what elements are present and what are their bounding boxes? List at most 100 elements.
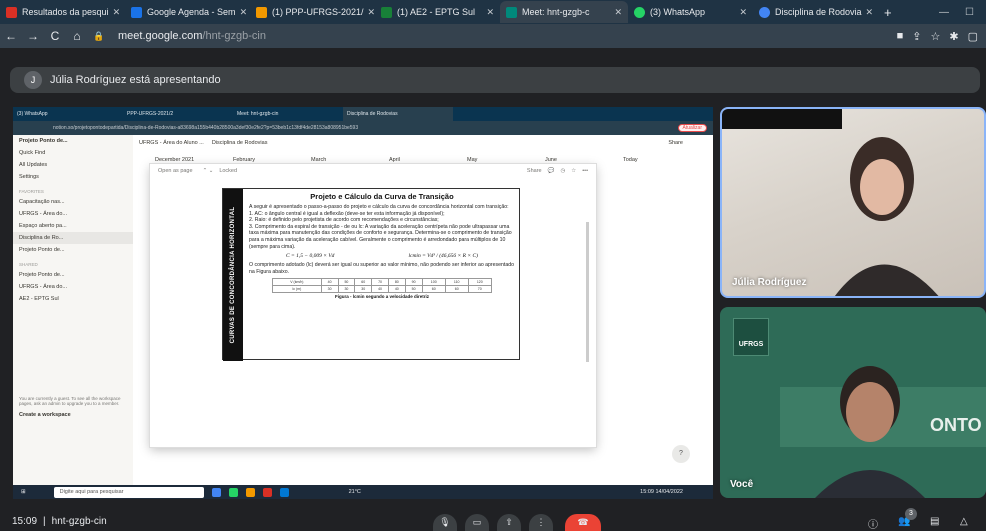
shared-tab: PPP-UFRGS-2021/2 [127, 111, 174, 117]
browser-tab[interactable]: Resultados da pesqui ✕ [0, 1, 125, 23]
share-icon[interactable]: ⇪ [912, 30, 921, 43]
browser-tab[interactable]: Disciplina de Rodovia ✕ [753, 1, 878, 23]
shared-tab-bar: (3) WhatsApp PPP-UFRGS-2021/2 Meet: hnt-… [13, 107, 713, 121]
shared-tab: (3) WhatsApp [17, 111, 48, 117]
create-workspace: Create a workspace [19, 412, 71, 418]
meeting-code: hnt-gzgb-cin [51, 516, 107, 527]
modal-toolbar: Open as page ⌃ ⌄ Locked Share 💬 ◷ ☆ ••• [150, 164, 596, 178]
gmail-icon [6, 6, 17, 18]
document-paragraph: 3. Comprimento da espiral de transição -… [249, 223, 512, 250]
info-icon[interactable]: ⓘ [868, 516, 878, 531]
microphone-icon[interactable]: 🎙 [433, 514, 457, 531]
minimize-icon[interactable]: — [939, 7, 949, 18]
lock-icon: 🔒 [93, 30, 105, 41]
more-options-icon[interactable]: ⋮ [529, 514, 553, 531]
shared-tab: Meet: hnt-gzgb-cin [237, 111, 279, 117]
shared-url: notion.so/projetopontodepartida/Discipli… [53, 125, 359, 131]
end-call-button[interactable]: ☎ [565, 514, 601, 531]
weather: 21°C [348, 489, 361, 495]
participant-video [835, 137, 939, 296]
sidebar-item: UFRGS - Área do... [19, 284, 67, 290]
formula: C = 1,5 − 0,009 × Vd [286, 253, 335, 260]
windows-icon: ⊞ [21, 489, 26, 495]
participant-video: A ONTO [780, 366, 986, 498]
app-icon [262, 487, 272, 497]
sheets-icon [381, 6, 392, 18]
presenting-banner: J Júlia Rodríguez está apresentando [10, 67, 980, 93]
notion-modal: Open as page ⌃ ⌄ Locked Share 💬 ◷ ☆ ••• … [150, 164, 596, 447]
close-icon[interactable]: ✕ [482, 7, 494, 18]
lc-table: V (km/h) 40 50 60 70 80 90 100 110 120 lc (m) 30 30… [272, 278, 493, 294]
camera-icon[interactable]: ▭ [465, 514, 489, 531]
figure-caption: Figura - lcmin segundo a velocidade dire… [334, 294, 430, 300]
meeting-time: 15:09 [12, 516, 38, 527]
new-tab-button[interactable]: + [878, 1, 908, 23]
more-icon: ••• [582, 168, 588, 174]
separator: | [43, 516, 46, 527]
forward-icon[interactable]: → [22, 29, 44, 43]
browser-tab[interactable]: (1) PPP-UFRGS-2021/✕ [250, 1, 375, 23]
participant-tile[interactable]: UFRGS A ONTO Você [720, 307, 986, 498]
close-icon[interactable]: ✕ [364, 7, 375, 18]
comment-icon: 💬 [547, 168, 555, 174]
sidebar-item: Quick Find [19, 150, 46, 156]
close-icon[interactable]: ✕ [236, 7, 248, 18]
extensions-icon[interactable]: ✱ [949, 30, 958, 43]
windows-taskbar: ⊞ Digite aqui para pesquisar 21°C 15:09 … [13, 485, 713, 499]
back-icon[interactable]: ← [0, 29, 22, 43]
document-paragraph: O comprimento adotado (lc) deverá ser ig… [249, 262, 514, 275]
reload-icon[interactable]: C [44, 29, 66, 43]
section-label: SHARED [19, 262, 38, 267]
participant-name: Você [730, 479, 754, 490]
browser-tab[interactable]: (1) AE2 - EPTG Sul ✕ [375, 1, 500, 23]
chevron-icon: ⌃ ⌄ [202, 168, 214, 174]
close-icon[interactable]: ✕ [735, 7, 747, 18]
star-icon[interactable]: ☆ [931, 30, 941, 43]
update-button: Atualizar [677, 124, 707, 132]
formulas: C = 1,5 − 0,009 × Vd lcmin = Vd³ / (46,6… [249, 253, 515, 259]
app-icon [211, 487, 221, 497]
browser-tab[interactable]: Google Agenda - Sem ✕ [125, 1, 250, 23]
address-bar: ← → C ⌂ 🔒 meet.google.com/hnt-gzgb-cin ■… [0, 24, 986, 48]
document-paragraph: A seguir é apresentado o passo-a-passo d… [249, 204, 509, 210]
home-icon[interactable]: ⌂ [66, 29, 88, 43]
chat-icon[interactable]: ▤ [930, 516, 939, 527]
participant-tile[interactable]: Júlia Rodríguez [720, 107, 986, 298]
meet-control-bar: 15:09 | hnt-gzgb-cin [0, 512, 986, 531]
maximize-icon[interactable]: ☐ [965, 7, 974, 18]
participant-name: Júlia Rodríguez [732, 277, 807, 288]
present-icon[interactable]: ⇧ [497, 514, 521, 531]
close-icon[interactable]: ✕ [862, 7, 874, 18]
open-as-page: Open as page [158, 168, 193, 174]
browser-tab-active[interactable]: Meet: hnt-gzgb-c ✕ [500, 1, 628, 23]
sidebar-item: UFRGS - Área do... [19, 211, 67, 217]
meet-icon [506, 6, 517, 18]
document-image: CURVAS DE CONCORDÂNCIA HORIZONTAL Projet… [222, 188, 520, 361]
shared-address-bar: notion.so/projetopontodepartida/Discipli… [13, 121, 713, 135]
locked-label: Locked [219, 168, 238, 174]
app-icon [245, 487, 255, 497]
browser-tab[interactable]: (3) WhatsApp ✕ [628, 1, 753, 23]
sidebar-item: Projeto Ponto de... [19, 272, 65, 278]
document-body: Projeto e Cálculo da Curva de Transição … [245, 189, 519, 361]
presenting-text: Júlia Rodríguez está apresentando [50, 74, 221, 86]
taskbar-clock: 15:09 14/04/2022 [640, 489, 683, 495]
project-icon [256, 6, 267, 18]
modal-share: Share [526, 168, 542, 174]
url-field[interactable]: meet.google.com/hnt-gzgb-cin [118, 30, 266, 42]
sidebar-item: All Updates [19, 162, 48, 168]
taskbar-search: Digite aqui para pesquisar [53, 486, 204, 498]
shared-tab-active: Disciplina de Rodovias [343, 107, 453, 121]
document-title: Projeto e Cálculo da Curva de Transição [310, 192, 454, 201]
participant-count-badge: 3 [905, 508, 917, 520]
workspace-name: Projeto Ponto de... [19, 138, 68, 144]
avatar: J [24, 71, 42, 89]
side-title: CURVAS DE CONCORDÂNCIA HORIZONTAL [230, 206, 236, 344]
table-row: V (km/h) 40 50 60 70 80 90 100 110 120 [272, 278, 493, 287]
activities-icon[interactable]: △ [960, 516, 968, 527]
close-icon[interactable]: ✕ [610, 7, 622, 18]
camera-icon[interactable]: ■ [897, 30, 904, 43]
close-icon[interactable]: ✕ [109, 7, 121, 18]
shared-screen: (3) WhatsApp PPP-UFRGS-2021/2 Meet: hnt-… [13, 107, 713, 499]
sidepanel-icon[interactable]: ▢ [968, 30, 978, 43]
